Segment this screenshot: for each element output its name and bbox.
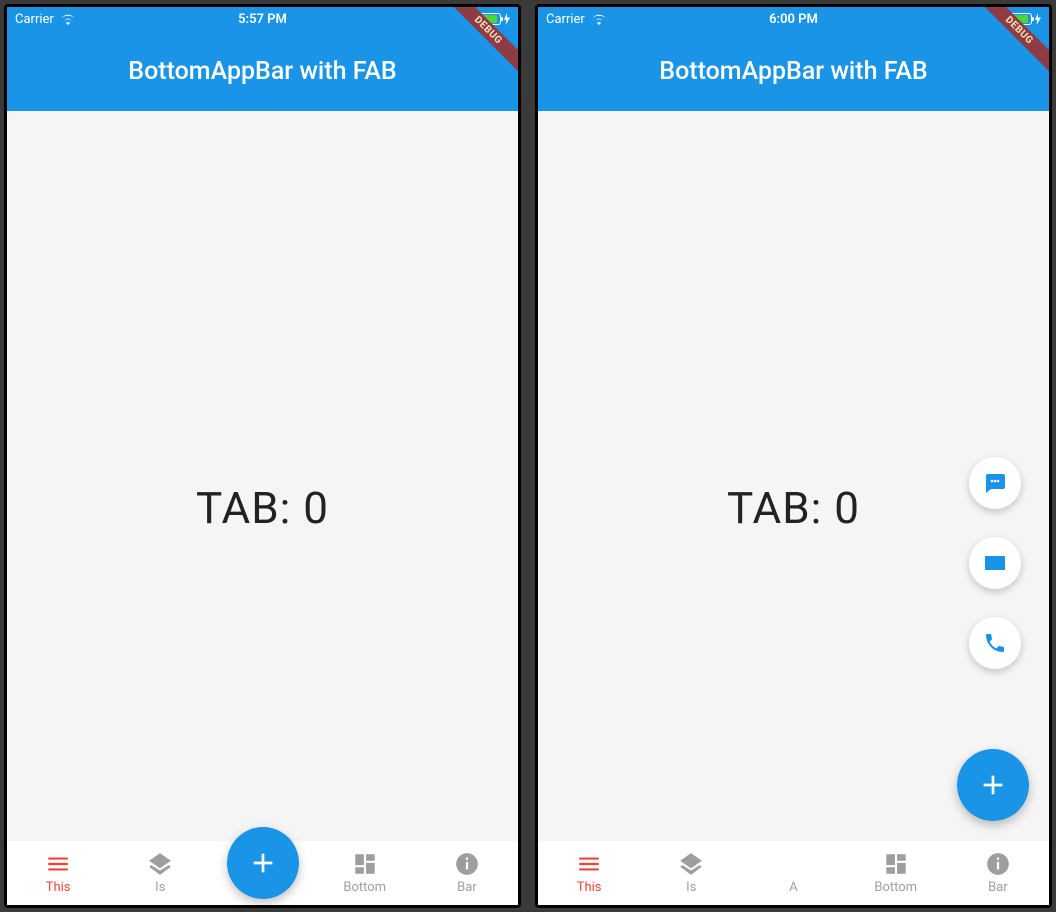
phone-right: Carrier 6:00 PM DEBUG BottomAppBar with … <box>535 4 1052 908</box>
info-icon <box>985 851 1011 877</box>
nav-label: Is <box>155 880 165 895</box>
layers-icon <box>678 851 704 877</box>
charge-icon <box>504 13 510 25</box>
phone-left: Carrier 5:57 PM DEBUG BottomAppBar with … <box>4 4 521 908</box>
speed-dial-phone[interactable] <box>969 617 1021 669</box>
info-icon <box>454 851 480 877</box>
bottom-nav: This Is A Bottom <box>538 841 1049 905</box>
status-time: 5:57 PM <box>238 12 287 27</box>
app-bar: BottomAppBar with FAB <box>538 31 1049 111</box>
layers-icon <box>147 851 173 877</box>
carrier-label: Carrier <box>546 12 585 27</box>
app-bar: BottomAppBar with FAB <box>7 31 518 111</box>
dashboard-icon <box>883 851 909 877</box>
battery-indicator <box>475 13 510 25</box>
nav-item-this[interactable]: This <box>7 851 109 895</box>
menu-icon <box>576 851 602 877</box>
nav-label: Is <box>686 880 696 895</box>
body-area: TAB: 0 This Is <box>7 111 518 905</box>
wifi-icon <box>60 13 76 25</box>
nav-item-bottom[interactable]: Bottom <box>314 851 416 895</box>
status-time: 6:00 PM <box>769 12 818 27</box>
body-area: TAB: 0 This <box>538 111 1049 905</box>
menu-icon <box>45 851 71 877</box>
battery-indicator <box>1006 13 1041 25</box>
status-bar: Carrier 5:57 PM <box>7 7 518 31</box>
nav-item-is[interactable]: Is <box>640 851 742 895</box>
carrier-label: Carrier <box>15 12 54 27</box>
add-icon <box>977 769 1009 801</box>
dashboard-icon <box>352 851 378 877</box>
speed-dial-mail[interactable] <box>969 537 1021 589</box>
nav-label: Bottom <box>343 880 386 895</box>
wifi-icon <box>591 13 607 25</box>
fab-button[interactable] <box>227 827 299 899</box>
nav-item-a[interactable]: A <box>742 851 844 895</box>
status-bar: Carrier 6:00 PM <box>538 7 1049 31</box>
nav-label: Bottom <box>874 880 917 895</box>
nav-item-bar[interactable]: Bar <box>947 851 1049 895</box>
tab-indicator-text: TAB: 0 <box>727 482 860 534</box>
nav-item-bottom[interactable]: Bottom <box>845 851 947 895</box>
nav-item-bar[interactable]: Bar <box>416 851 518 895</box>
add-icon <box>247 847 279 879</box>
app-bar-title: BottomAppBar with FAB <box>659 57 927 86</box>
status-carrier: Carrier <box>546 12 607 27</box>
speed-dial-sms[interactable] <box>969 457 1021 509</box>
nav-label: A <box>789 880 797 895</box>
nav-label: Bar <box>457 880 477 895</box>
mail-icon <box>983 551 1007 575</box>
nav-item-this[interactable]: This <box>538 851 640 895</box>
app-bar-title: BottomAppBar with FAB <box>128 57 396 86</box>
nav-item-is[interactable]: Is <box>109 851 211 895</box>
charge-icon <box>1035 13 1041 25</box>
tab-indicator-text: TAB: 0 <box>196 482 329 534</box>
fab-button[interactable] <box>957 749 1029 821</box>
nav-label: This <box>577 880 602 895</box>
nav-label: Bar <box>988 880 1008 895</box>
phone-icon <box>983 631 1007 655</box>
sms-icon <box>983 471 1007 495</box>
status-carrier: Carrier <box>15 12 76 27</box>
nav-label: This <box>46 880 71 895</box>
